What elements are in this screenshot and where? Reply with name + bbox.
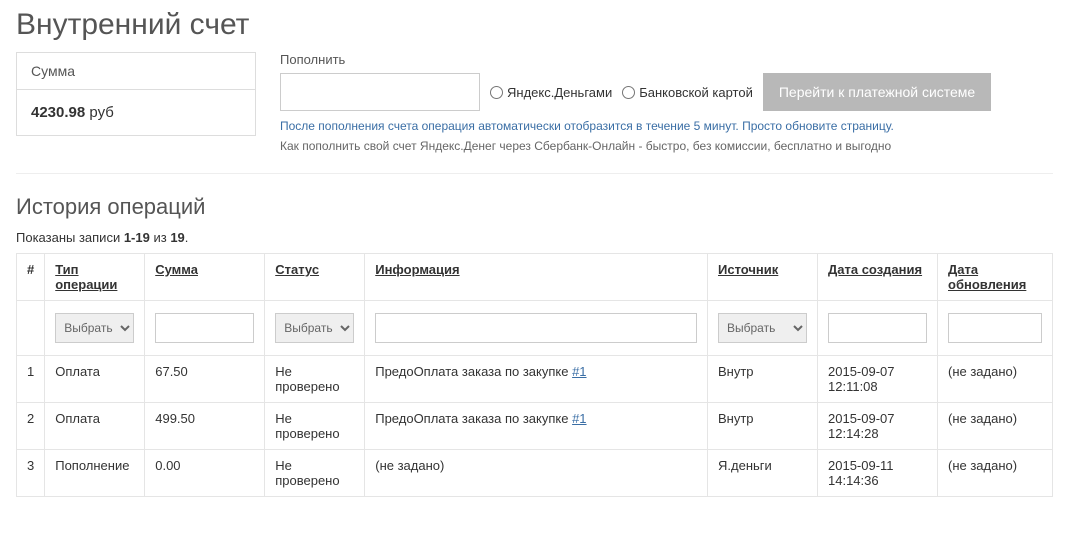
filter-info-input[interactable] bbox=[375, 313, 697, 343]
filter-type-select[interactable]: Выбрать bbox=[55, 313, 134, 343]
filter-updated-input[interactable] bbox=[948, 313, 1042, 343]
header-idx: # bbox=[17, 254, 45, 301]
header-sum-link[interactable]: Сумма bbox=[155, 262, 198, 277]
header-info-link[interactable]: Информация bbox=[375, 262, 459, 277]
cell-sum: 67.50 bbox=[145, 356, 265, 403]
header-created-link[interactable]: Дата создания bbox=[828, 262, 922, 277]
table-row: 1Оплата67.50Не провереноПредоОплата зака… bbox=[17, 356, 1053, 403]
cell-updated: (не задано) bbox=[938, 403, 1053, 450]
cell-idx: 1 bbox=[17, 356, 45, 403]
topup-title: Пополнить bbox=[280, 52, 1053, 67]
topup-section: Пополнить Яндекс.Деньгами Банковской кар… bbox=[280, 52, 1053, 153]
order-link[interactable]: #1 bbox=[572, 364, 586, 379]
cell-type: Пополнение bbox=[45, 450, 145, 497]
balance-value: 4230.98 руб bbox=[17, 90, 255, 135]
history-title: История операций bbox=[16, 194, 1053, 220]
cell-created: 2015-09-11 14:14:36 bbox=[818, 450, 938, 497]
radio-yandex[interactable]: Яндекс.Деньгами bbox=[490, 85, 612, 100]
table-row: 3Пополнение0.00Не проверено(не задано)Я.… bbox=[17, 450, 1053, 497]
topup-amount-input[interactable] bbox=[280, 73, 480, 111]
cell-sum: 499.50 bbox=[145, 403, 265, 450]
filter-status-select[interactable]: Выбрать bbox=[275, 313, 354, 343]
cell-source: Внутр bbox=[708, 403, 818, 450]
cell-info: (не задано) bbox=[365, 450, 708, 497]
page-title: Внутренний счет bbox=[16, 8, 1053, 42]
balance-box: Сумма 4230.98 руб bbox=[16, 52, 256, 136]
cell-status: Не проверено bbox=[265, 403, 365, 450]
records-info: Показаны записи 1-19 из 19. bbox=[16, 230, 1053, 245]
topup-hint-1: После пополнения счета операция автомати… bbox=[280, 119, 1053, 133]
radio-card[interactable]: Банковской картой bbox=[622, 85, 753, 100]
topup-hint-2: Как пополнить свой счет Яндекс.Денег чер… bbox=[280, 139, 1053, 153]
cell-status: Не проверено bbox=[265, 450, 365, 497]
header-type-link[interactable]: Тип операции bbox=[55, 262, 117, 292]
radio-card-input[interactable] bbox=[622, 86, 635, 99]
cell-source: Я.деньги bbox=[708, 450, 818, 497]
filter-created-input[interactable] bbox=[828, 313, 927, 343]
radio-yandex-input[interactable] bbox=[490, 86, 503, 99]
cell-updated: (не задано) bbox=[938, 450, 1053, 497]
cell-type: Оплата bbox=[45, 403, 145, 450]
cell-idx: 3 bbox=[17, 450, 45, 497]
cell-idx: 2 bbox=[17, 403, 45, 450]
cell-info: ПредоОплата заказа по закупке #1 bbox=[365, 356, 708, 403]
header-updated-link[interactable]: Дата обновления bbox=[948, 262, 1026, 292]
go-to-payment-button[interactable]: Перейти к платежной системе bbox=[763, 73, 991, 111]
cell-created: 2015-09-07 12:14:28 bbox=[818, 403, 938, 450]
cell-source: Внутр bbox=[708, 356, 818, 403]
cell-sum: 0.00 bbox=[145, 450, 265, 497]
filter-sum-input[interactable] bbox=[155, 313, 254, 343]
cell-status: Не проверено bbox=[265, 356, 365, 403]
cell-type: Оплата bbox=[45, 356, 145, 403]
balance-label: Сумма bbox=[17, 53, 255, 90]
cell-created: 2015-09-07 12:11:08 bbox=[818, 356, 938, 403]
order-link[interactable]: #1 bbox=[572, 411, 586, 426]
header-status-link[interactable]: Статус bbox=[275, 262, 319, 277]
history-table: # Тип операции Сумма Статус Информация И… bbox=[16, 253, 1053, 497]
table-row: 2Оплата499.50Не провереноПредоОплата зак… bbox=[17, 403, 1053, 450]
header-source-link[interactable]: Источник bbox=[718, 262, 778, 277]
cell-info: ПредоОплата заказа по закупке #1 bbox=[365, 403, 708, 450]
filter-source-select[interactable]: Выбрать bbox=[718, 313, 807, 343]
cell-updated: (не задано) bbox=[938, 356, 1053, 403]
